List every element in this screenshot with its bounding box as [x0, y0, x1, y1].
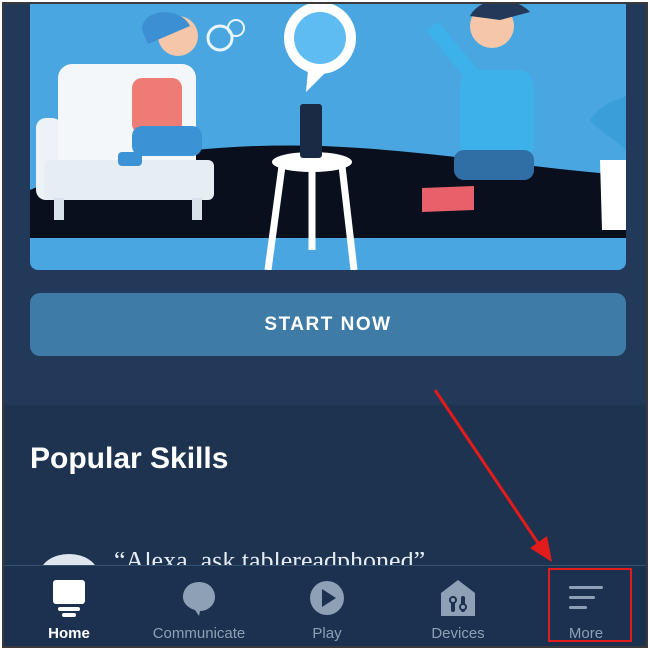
hero-illustration-art: [30, 4, 626, 270]
hero-illustration: [30, 4, 626, 270]
nav-play[interactable]: Play: [294, 566, 360, 646]
nav-label-devices: Devices: [431, 625, 485, 642]
play-icon: [307, 578, 347, 618]
nav-devices[interactable]: Devices: [420, 566, 496, 646]
chat-bubble-icon: [179, 578, 219, 618]
start-now-button[interactable]: START NOW: [30, 293, 626, 356]
promo-card: START NOW: [4, 4, 646, 404]
section-title: Popular Skills: [30, 442, 229, 475]
menu-lines-icon: [566, 578, 606, 618]
nav-communicate[interactable]: Communicate: [149, 566, 249, 646]
bottom-navigation: Home Communicate Play Devices More: [4, 565, 646, 646]
home-icon: [49, 578, 89, 618]
devices-icon: [438, 578, 478, 618]
nav-label-home: Home: [48, 625, 90, 642]
nav-more[interactable]: More: [556, 566, 616, 646]
nav-label-communicate: Communicate: [152, 625, 246, 642]
nav-label-play: Play: [312, 625, 342, 642]
nav-label-more: More: [568, 625, 604, 642]
app-screen: START NOW Popular Skills “Alexa, ask tab…: [2, 2, 648, 648]
nav-home[interactable]: Home: [34, 566, 104, 646]
